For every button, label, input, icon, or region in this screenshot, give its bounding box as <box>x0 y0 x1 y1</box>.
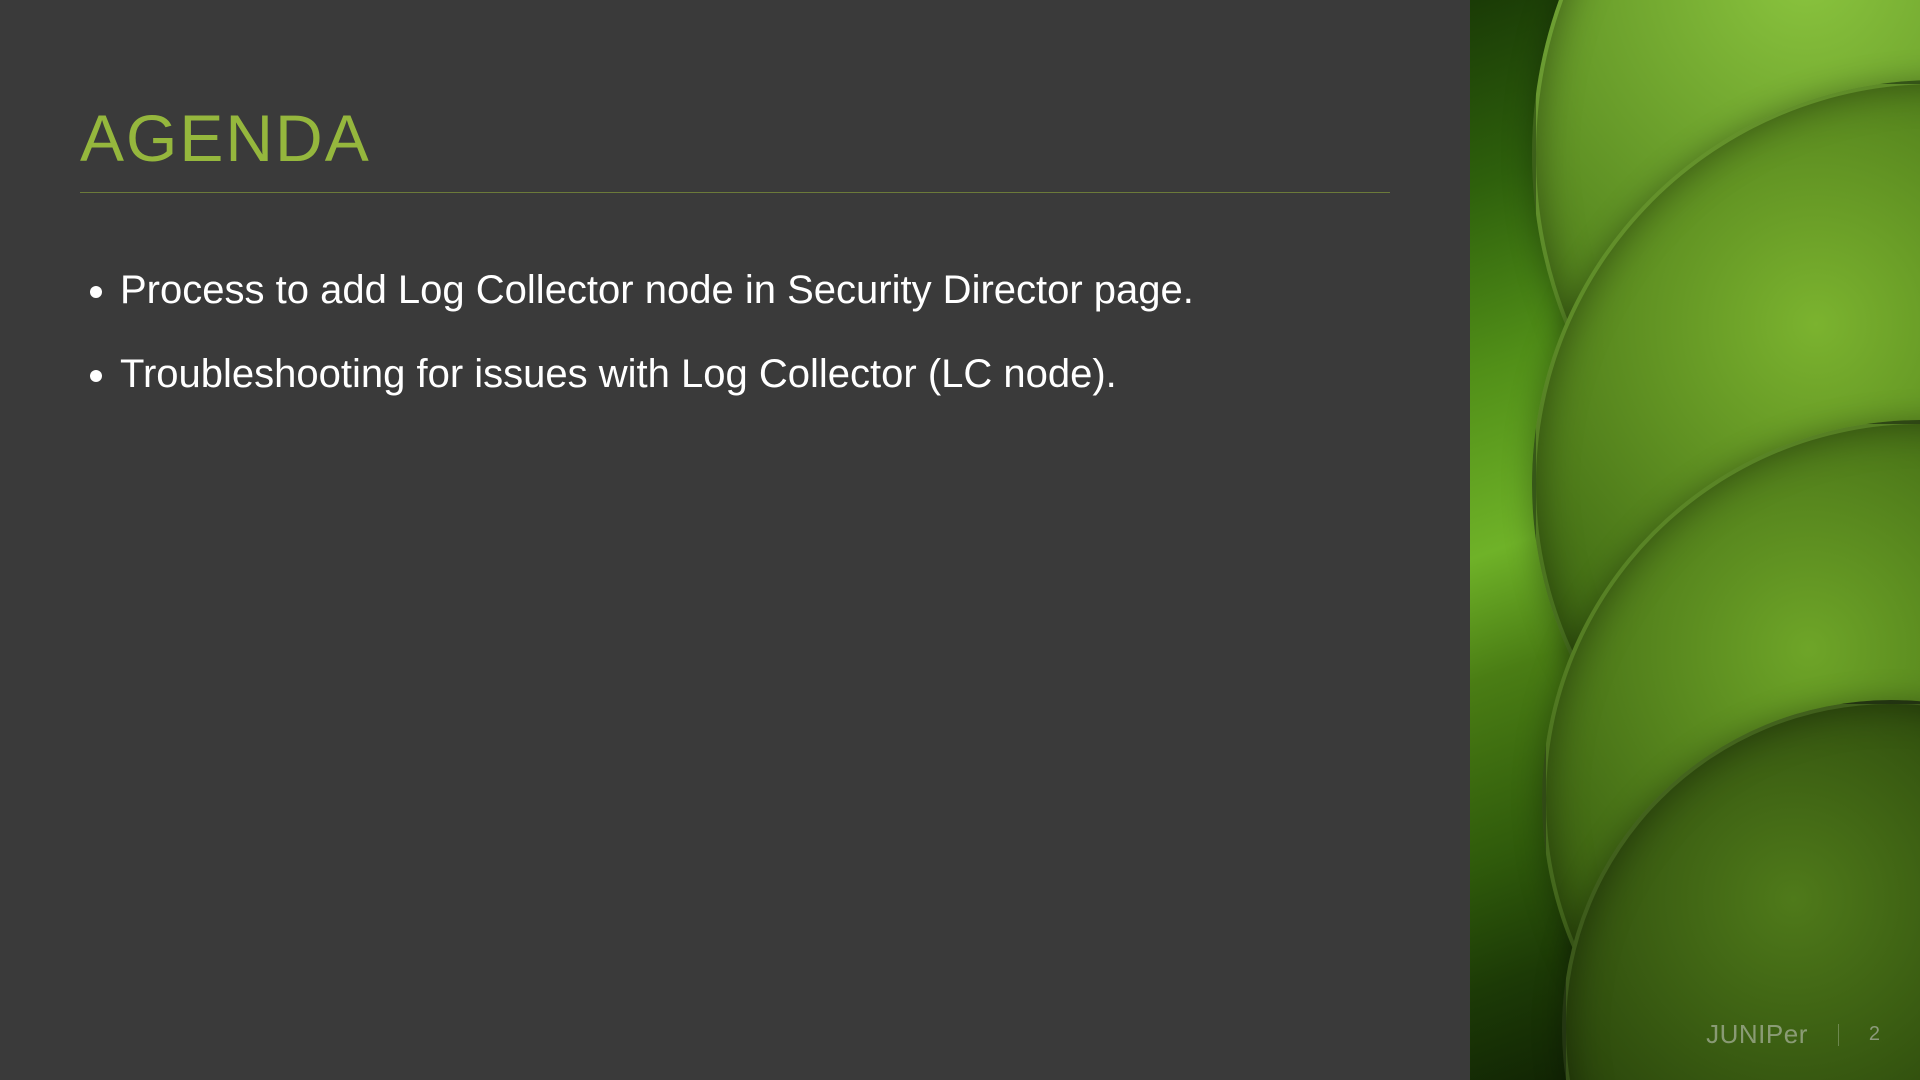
slide-footer: JUNIPer 2 <box>1470 1019 1880 1050</box>
bullet-list: Process to add Log Collector node in Sec… <box>80 263 1390 401</box>
juniper-logo: JUNIPer <box>1706 1019 1808 1050</box>
slide: AGENDA Process to add Log Collector node… <box>0 0 1920 1080</box>
content-column: AGENDA Process to add Log Collector node… <box>0 0 1470 1080</box>
logo-text: JUNIPer <box>1706 1019 1808 1050</box>
bullet-item: Process to add Log Collector node in Sec… <box>120 263 1390 317</box>
bullet-item: Troubleshooting for issues with Log Coll… <box>120 347 1390 401</box>
slide-title: AGENDA <box>80 100 1390 193</box>
decorative-image: JUNIPer 2 <box>1470 0 1920 1080</box>
footer-divider <box>1838 1024 1839 1046</box>
page-number: 2 <box>1869 1023 1880 1046</box>
